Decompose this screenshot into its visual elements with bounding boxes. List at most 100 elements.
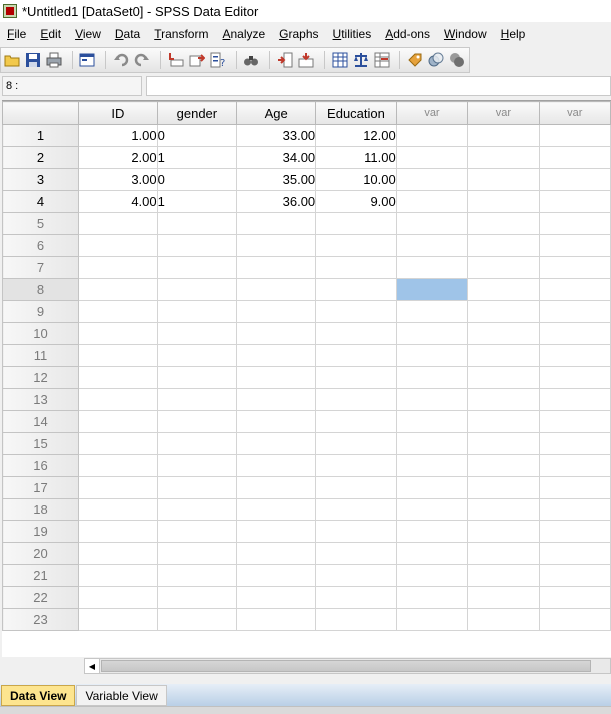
cell-gender[interactable] (156, 278, 238, 301)
cell-var[interactable] (395, 542, 469, 565)
cell-age[interactable] (236, 410, 317, 433)
cell-var[interactable] (538, 366, 611, 389)
menu-utilities[interactable]: Utilities (333, 27, 372, 41)
cell-var[interactable] (395, 520, 469, 543)
cell-var[interactable] (538, 344, 611, 367)
cell-var[interactable] (395, 278, 469, 301)
column-header-var[interactable]: var (538, 101, 611, 125)
cell-var[interactable] (467, 476, 540, 499)
cell-gender[interactable] (156, 256, 238, 279)
cell-education[interactable] (315, 454, 397, 477)
scrollbar-thumb[interactable] (101, 660, 591, 672)
cell-var[interactable] (538, 608, 611, 631)
cell-gender[interactable]: 1 (156, 146, 238, 169)
cell-age[interactable] (236, 322, 317, 345)
cell-gender[interactable]: 0 (156, 168, 238, 191)
row-header[interactable]: 5 (2, 212, 80, 235)
cell-education[interactable] (315, 300, 397, 323)
tab-data-view[interactable]: Data View (1, 685, 76, 706)
cell-education[interactable] (315, 256, 397, 279)
cell-age[interactable] (236, 476, 317, 499)
row-header[interactable]: 2 (2, 146, 80, 169)
cell-var[interactable] (395, 146, 469, 169)
cell-var[interactable] (538, 146, 611, 169)
cell-gender[interactable] (156, 498, 238, 521)
insert-cases-icon[interactable] (276, 50, 294, 70)
cell-var[interactable] (538, 388, 611, 411)
cell-education[interactable] (315, 476, 397, 499)
cell-gender[interactable]: 0 (156, 124, 238, 147)
menu-window[interactable]: Window (444, 27, 487, 41)
cell-id[interactable] (78, 322, 158, 345)
variables-icon[interactable]: ? (209, 50, 227, 70)
cell-var[interactable] (395, 344, 469, 367)
cell-var[interactable] (395, 124, 469, 147)
value-labels-icon[interactable] (406, 50, 424, 70)
cell-education[interactable] (315, 432, 397, 455)
row-header[interactable]: 8 (2, 278, 80, 301)
cell-age[interactable] (236, 234, 317, 257)
row-header[interactable]: 13 (2, 388, 80, 411)
cell-id[interactable] (78, 256, 158, 279)
cell-var[interactable] (395, 322, 469, 345)
cell-var[interactable] (467, 190, 540, 213)
column-header-var[interactable]: var (395, 101, 469, 125)
cell-var[interactable] (467, 146, 540, 169)
cell-var[interactable] (538, 322, 611, 345)
cell-age[interactable] (236, 212, 317, 235)
cell-var[interactable] (538, 168, 611, 191)
cell-var[interactable] (467, 432, 540, 455)
cell-var[interactable] (538, 454, 611, 477)
cell-var[interactable] (395, 498, 469, 521)
row-header[interactable]: 3 (2, 168, 80, 191)
cell-var[interactable] (538, 212, 611, 235)
cell-gender[interactable] (156, 586, 238, 609)
menu-analyze[interactable]: Analyze (222, 27, 265, 41)
menu-add-ons[interactable]: Add-ons (385, 27, 430, 41)
cell-var[interactable] (467, 124, 540, 147)
row-header[interactable]: 19 (2, 520, 80, 543)
cell-education[interactable] (315, 564, 397, 587)
row-header[interactable]: 9 (2, 300, 80, 323)
cell-id[interactable] (78, 278, 158, 301)
redo-icon[interactable] (133, 50, 151, 70)
cell-var[interactable] (395, 564, 469, 587)
cell-id[interactable] (78, 344, 158, 367)
cell-var[interactable] (538, 234, 611, 257)
cell-var[interactable] (467, 410, 540, 433)
cell-var[interactable] (467, 256, 540, 279)
cell-age[interactable]: 34.00 (236, 146, 317, 169)
cell-gender[interactable] (156, 388, 238, 411)
cell-var[interactable] (467, 564, 540, 587)
cell-age[interactable]: 35.00 (236, 168, 317, 191)
cell-var[interactable] (467, 498, 540, 521)
cell-id[interactable] (78, 234, 158, 257)
column-header-age[interactable]: Age (236, 101, 317, 125)
cell-gender[interactable] (156, 410, 238, 433)
cell-var[interactable] (538, 586, 611, 609)
cell-var[interactable] (395, 212, 469, 235)
cell-id[interactable] (78, 542, 158, 565)
cell-var[interactable] (538, 520, 611, 543)
row-header[interactable]: 4 (2, 190, 80, 213)
cell-gender[interactable] (156, 564, 238, 587)
horizontal-scrollbar[interactable]: ◀ (84, 658, 611, 674)
select-cases-icon[interactable] (373, 50, 391, 70)
cell-var[interactable] (395, 190, 469, 213)
cell-age[interactable] (236, 256, 317, 279)
cell-var[interactable] (538, 190, 611, 213)
cell-var[interactable] (538, 542, 611, 565)
cell-education[interactable] (315, 366, 397, 389)
cell-var[interactable] (467, 520, 540, 543)
cell-var[interactable] (395, 454, 469, 477)
use-sets-icon[interactable] (427, 50, 445, 70)
cell-var[interactable] (467, 278, 540, 301)
menu-transform[interactable]: Transform (154, 27, 208, 41)
menu-graphs[interactable]: Graphs (279, 27, 318, 41)
menu-view[interactable]: View (75, 27, 101, 41)
cell-education[interactable] (315, 322, 397, 345)
cell-gender[interactable]: 1 (156, 190, 238, 213)
row-header[interactable]: 23 (2, 608, 80, 631)
cell-var[interactable] (395, 256, 469, 279)
cell-id[interactable]: 4.00 (78, 190, 158, 213)
